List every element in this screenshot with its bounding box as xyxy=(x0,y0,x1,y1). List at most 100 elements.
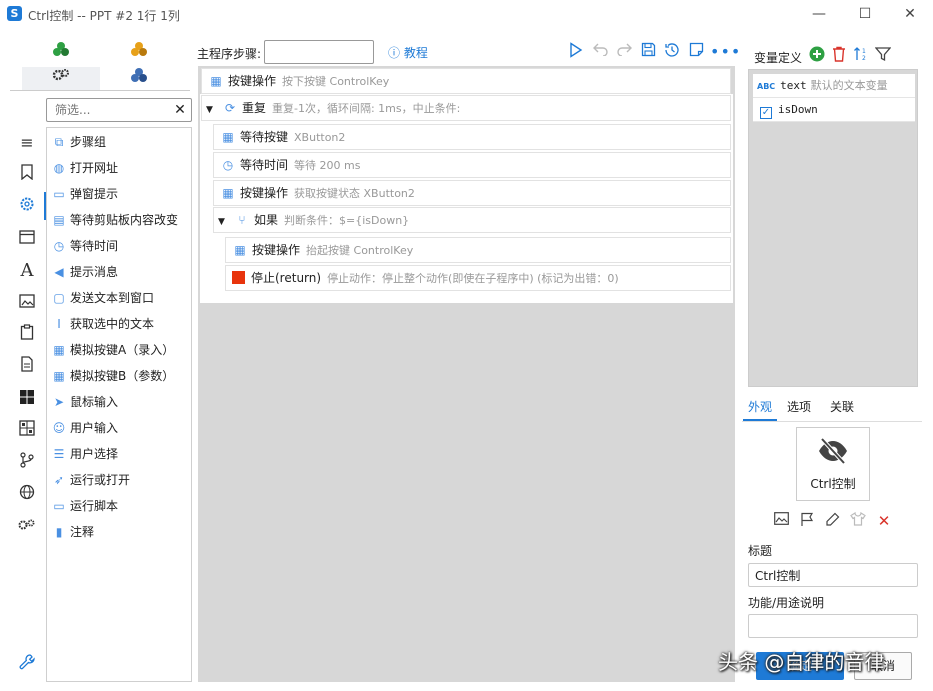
expand-toggle: ▼ xyxy=(218,217,225,227)
tab-group-orange[interactable] xyxy=(100,41,178,65)
rail-gear-icon[interactable] xyxy=(12,194,42,220)
redo-icon[interactable] xyxy=(614,42,634,62)
title-input[interactable] xyxy=(748,563,918,587)
command-item[interactable]: ▢ 发送文本到窗口 xyxy=(51,286,154,310)
tab-group-blue[interactable] xyxy=(100,67,178,91)
step-name: 等待时间 xyxy=(240,158,289,172)
command-label: 运行脚本 xyxy=(70,499,119,513)
more-icon[interactable]: ••• xyxy=(710,42,740,62)
rail-bookmark-icon[interactable] xyxy=(12,162,42,188)
command-item[interactable]: ▦ 模拟按键A（录入） xyxy=(51,338,174,362)
close-button[interactable]: ✕ xyxy=(890,4,930,26)
rail-grid-icon[interactable] xyxy=(12,418,42,444)
gears-icon xyxy=(52,69,69,81)
history-icon[interactable] xyxy=(662,42,682,62)
rail-clipboard-icon[interactable] xyxy=(12,322,42,348)
minimize-button[interactable]: — xyxy=(799,4,839,26)
step-icon: ⑂ xyxy=(238,213,246,227)
rail-document-icon[interactable] xyxy=(12,354,42,380)
command-item[interactable]: ◀ 提示消息 xyxy=(51,260,118,284)
tab-gears[interactable] xyxy=(22,67,100,91)
play-icon[interactable] xyxy=(566,42,586,62)
step-row[interactable]: ▼ ⑂ 如果 判断条件：$={isDown} xyxy=(213,207,731,233)
command-item[interactable]: I 获取选中的文本 xyxy=(51,312,154,336)
step-desc: 获取按键状态 XButton2 xyxy=(294,187,415,200)
delete-variable-icon[interactable] xyxy=(830,46,848,64)
variable-row-text[interactable]: ABC text 默认的文本变量 xyxy=(753,74,915,98)
tutorial-link[interactable]: ⓘ 教程 xyxy=(388,44,428,61)
step-name: 重复 xyxy=(242,101,267,115)
variable-name: isDown xyxy=(778,103,818,116)
step-row[interactable]: ▦ 按键操作 抬起按键 ControlKey xyxy=(225,237,731,263)
variable-desc: 默认的文本变量 xyxy=(810,79,888,92)
description-input[interactable] xyxy=(748,614,918,638)
tab-appearance[interactable]: 外观 xyxy=(748,398,772,420)
rail-windows-icon[interactable] xyxy=(12,386,42,412)
rail-settings-icon[interactable] xyxy=(12,514,42,540)
command-icon: ◷ xyxy=(53,239,65,253)
rail-globe-icon[interactable] xyxy=(12,482,42,508)
description-label: 功能/用途说明 xyxy=(748,596,825,610)
command-icon: ▭ xyxy=(53,499,65,513)
command-label: 弹窗提示 xyxy=(70,187,119,201)
step-icon: ▦ xyxy=(234,243,246,257)
command-item[interactable]: ▭ 运行脚本 xyxy=(51,494,118,518)
command-item[interactable]: ☰ 用户选择 xyxy=(51,442,118,466)
tab-options[interactable]: 选项 xyxy=(787,398,811,420)
command-icon: ◍ xyxy=(53,161,65,175)
clear-icon[interactable]: ✕ xyxy=(875,512,893,530)
flag-icon[interactable] xyxy=(798,512,816,530)
step-icon: ⟳ xyxy=(224,101,236,115)
rail-image-icon[interactable] xyxy=(12,290,42,316)
step-row[interactable]: ▦ 等待按键 XButton2 xyxy=(213,124,731,150)
crossed-eye-icon xyxy=(816,437,850,467)
command-item[interactable]: ☺ 用户输入 xyxy=(51,416,118,440)
command-label: 模拟按键B（参数） xyxy=(70,369,175,383)
command-item[interactable]: ▤ 等待剪贴板内容改变 xyxy=(51,208,178,232)
variable-row-isdown[interactable]: ✓ isDown xyxy=(753,98,915,122)
tab-relations[interactable]: 关联 xyxy=(830,398,854,420)
command-item[interactable]: ◍ 打开网址 xyxy=(51,156,118,180)
step-row[interactable]: ▦ 按键操作 按下按键 ControlKey xyxy=(201,68,731,94)
filter-variables-icon[interactable] xyxy=(874,46,892,64)
step-row[interactable]: ▦ 按键操作 获取按键状态 XButton2 xyxy=(213,180,731,206)
command-icon: ▦ xyxy=(53,343,65,357)
image-icon[interactable] xyxy=(772,512,790,530)
command-item[interactable]: ▭ 弹窗提示 xyxy=(51,182,118,206)
maximize-button[interactable]: ☐ xyxy=(845,4,885,26)
step-row[interactable]: ▼ ⟳ 重复 重复-1次，循环间隔: 1ms，中止条件: xyxy=(201,95,731,121)
shirt-icon[interactable] xyxy=(849,511,867,530)
command-item[interactable]: ▦ 模拟按键B（参数） xyxy=(51,364,174,388)
step-row[interactable]: 停止(return) 停止动作：停止整个动作(即使在子程序中) (标记为出错：0) xyxy=(225,265,731,291)
step-desc: 判断条件：$={isDown} xyxy=(284,214,410,227)
color-picker-icon[interactable] xyxy=(823,512,841,530)
sort-variables-icon[interactable]: 12 xyxy=(852,46,870,64)
rail-list-icon[interactable]: ≡ xyxy=(12,130,42,156)
step-name: 等待按键 xyxy=(240,130,289,144)
tab-group-green[interactable] xyxy=(22,41,100,65)
filter-clear-icon[interactable]: ✕ xyxy=(172,100,188,120)
rail-branch-icon[interactable] xyxy=(12,450,42,476)
step-row[interactable]: ◷ 等待时间 等待 200 ms xyxy=(213,152,731,178)
add-variable-icon[interactable] xyxy=(808,46,826,64)
filter-input[interactable] xyxy=(46,98,192,122)
step-desc: 等待 200 ms xyxy=(294,159,361,172)
save-icon[interactable] xyxy=(638,42,658,62)
command-item[interactable]: ➤ 鼠标输入 xyxy=(51,390,118,414)
command-item[interactable]: ⧉ 步骤组 xyxy=(51,130,106,154)
command-item[interactable]: ➶ 运行或打开 xyxy=(51,468,130,492)
note-icon[interactable] xyxy=(686,42,706,62)
wrench-icon[interactable] xyxy=(14,652,40,678)
undo-icon[interactable] xyxy=(591,42,611,62)
command-item[interactable]: ◷ 等待时间 xyxy=(51,234,118,258)
command-item[interactable]: ▮ 注释 xyxy=(51,520,94,544)
step-name: 如果 xyxy=(254,213,279,227)
rail-window-icon[interactable] xyxy=(12,226,42,252)
command-label: 用户输入 xyxy=(70,421,119,435)
step-icon: ▦ xyxy=(222,186,234,200)
main-steps-input[interactable] xyxy=(264,40,374,64)
command-list: ⧉ 步骤组 ◍ 打开网址 ▭ 弹窗提示 ▤ 等待剪贴板内容改变 ◷ 等待时间 ◀ 提示消息 ▢ 发送文本到… xyxy=(46,127,192,682)
rail-text-icon[interactable]: A xyxy=(12,258,42,284)
command-label: 鼠标输入 xyxy=(70,395,119,409)
step-desc: 重复-1次，循环间隔: 1ms，中止条件: xyxy=(272,102,461,115)
